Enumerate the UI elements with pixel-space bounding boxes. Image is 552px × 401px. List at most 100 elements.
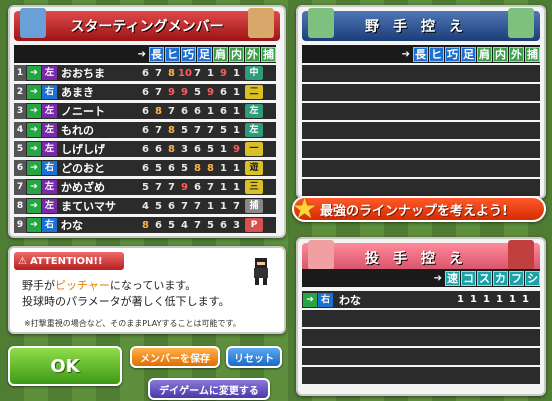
- bench-slot[interactable]: [302, 348, 540, 365]
- bat-hand-badge: 右: [42, 218, 57, 232]
- col-skill[interactable]: 巧: [445, 46, 460, 62]
- lineup-row[interactable]: 7 ➔ 左かめざめ 5 7 7 9 6 7 1 1 三: [14, 179, 276, 195]
- lineup-row[interactable]: 5 ➔ 左しげしげ 6 6 8 3 6 5 1 9 一: [14, 141, 276, 157]
- stat-value: 1: [509, 294, 516, 305]
- col-speed[interactable]: 足: [197, 46, 212, 62]
- position-badge[interactable]: 三: [245, 180, 263, 194]
- col-curve[interactable]: カ: [493, 270, 508, 286]
- position-badge[interactable]: 中: [245, 66, 263, 80]
- stat-value: 7: [181, 200, 188, 212]
- stat-value: 1: [220, 143, 227, 155]
- player-stats: 67857751: [139, 125, 243, 136]
- move-arrow-icon[interactable]: ➔: [27, 66, 41, 80]
- lineup-row[interactable]: 3 ➔ 左ノニート 6 8 7 6 6 1 6 1 左: [14, 103, 276, 119]
- col-skill[interactable]: 巧: [181, 46, 196, 62]
- pitcher-row[interactable]: ➔ 右 わな 1 1 1 1 1 1: [302, 291, 540, 308]
- batting-order-number: 8: [14, 198, 26, 214]
- col-hit[interactable]: ヒ: [165, 46, 180, 62]
- sort-arrow-icon[interactable]: ➔: [138, 49, 146, 60]
- bench-slot[interactable]: [302, 329, 540, 346]
- bat-hand-badge: 左: [42, 66, 57, 80]
- player-name: おおちま: [61, 67, 105, 80]
- position-badge[interactable]: 遊: [245, 161, 263, 175]
- player-avatar-icon: [248, 8, 274, 38]
- move-arrow-icon[interactable]: ➔: [27, 104, 41, 118]
- ok-button[interactable]: OK: [8, 346, 122, 386]
- move-arrow-icon[interactable]: ➔: [27, 199, 41, 213]
- move-arrow-icon[interactable]: ➔: [27, 123, 41, 137]
- bench-slot[interactable]: [302, 160, 540, 177]
- ninja-character-icon: [250, 256, 272, 286]
- move-arrow-icon[interactable]: ➔: [27, 85, 41, 99]
- position-badge[interactable]: 一: [245, 142, 263, 156]
- player-name: しげしげ: [61, 143, 105, 156]
- col-fork[interactable]: フ: [509, 270, 524, 286]
- bench-slot[interactable]: [302, 367, 540, 384]
- col-control[interactable]: コ: [461, 270, 476, 286]
- reset-button[interactable]: リセット: [226, 346, 282, 368]
- stat-value: 9: [181, 86, 188, 98]
- position-badge[interactable]: 左: [245, 123, 263, 137]
- attention-note: ※打撃重視の場合など、そのままPLAYすることは可能です。: [24, 319, 241, 328]
- position-badge[interactable]: P: [245, 218, 263, 232]
- player-avatar-icon: [308, 240, 334, 270]
- col-infield[interactable]: 内: [493, 46, 508, 62]
- bat-hand-badge: 左: [42, 104, 57, 118]
- col-speed[interactable]: 足: [461, 46, 476, 62]
- move-arrow-icon: ➔: [303, 292, 317, 307]
- move-arrow-icon[interactable]: ➔: [27, 218, 41, 232]
- lineup-row[interactable]: 8 ➔ 左まていマサ 4 5 6 7 7 1 1 7 捕: [14, 198, 276, 214]
- bench-slot[interactable]: [302, 141, 540, 158]
- bench-slot[interactable]: [302, 65, 540, 82]
- lineup-row[interactable]: 6 ➔ 右どのおと 6 5 6 5 8 8 1 1 遊: [14, 160, 276, 176]
- stat-value: 1: [220, 162, 227, 174]
- col-velocity[interactable]: 速: [445, 270, 460, 286]
- position-badge[interactable]: 捕: [245, 199, 263, 213]
- save-members-button[interactable]: メンバーを保存: [130, 346, 220, 368]
- col-outfield[interactable]: 外: [509, 46, 524, 62]
- lineup-row[interactable]: 4 ➔ 左もれの 6 7 8 5 7 7 5 1 左: [14, 122, 276, 138]
- day-game-button[interactable]: デイゲームに変更する: [148, 378, 270, 400]
- col-catcher[interactable]: 捕: [525, 46, 540, 62]
- stat-value: 10: [178, 67, 192, 79]
- col-outfield[interactable]: 外: [245, 46, 260, 62]
- stat-value: 8: [142, 219, 149, 231]
- bench-slot[interactable]: [302, 84, 540, 101]
- warning-icon: ⚠: [18, 255, 27, 267]
- col-infield[interactable]: 内: [229, 46, 244, 62]
- pitcher-name: わな: [339, 293, 361, 307]
- col-arm[interactable]: 肩: [477, 46, 492, 62]
- stat-value: 7: [155, 124, 162, 136]
- bench-slot[interactable]: [302, 179, 540, 196]
- position-badge[interactable]: 左: [245, 104, 263, 118]
- col-stamina[interactable]: ス: [477, 270, 492, 286]
- starting-members-title: スターティングメンバー: [70, 19, 224, 35]
- bench-slot[interactable]: [302, 103, 540, 120]
- lineup-row[interactable]: 1 ➔ 左おおちま 6 7 8 10 7 1 9 1 中: [14, 65, 276, 81]
- col-catcher[interactable]: 捕: [261, 46, 276, 62]
- col-power[interactable]: 長: [149, 46, 164, 62]
- move-arrow-icon[interactable]: ➔: [27, 161, 41, 175]
- lineup-row[interactable]: 9 ➔ 右わな 8 6 5 4 7 5 6 3 P: [14, 217, 276, 233]
- pitchers-columns-bar: ➔ 速 コ ス カ フ シ: [302, 269, 540, 287]
- stat-value: 9: [233, 143, 240, 155]
- col-shoot[interactable]: シ: [525, 270, 540, 286]
- bench-slot[interactable]: [302, 310, 540, 327]
- position-badge[interactable]: 二: [245, 85, 263, 99]
- sort-arrow-icon[interactable]: ➔: [434, 273, 442, 284]
- bench-columns-bar: ➔ 長 ヒ 巧 足 肩 内 外 捕: [302, 45, 540, 63]
- stat-value: 1: [220, 200, 227, 212]
- move-arrow-icon[interactable]: ➔: [27, 142, 41, 156]
- lineup-row[interactable]: 2 ➔ 右あまき 6 7 9 9 5 9 6 1 二: [14, 84, 276, 100]
- sort-arrow-icon[interactable]: ➔: [402, 49, 410, 60]
- stat-value: 8: [207, 162, 214, 174]
- col-hit[interactable]: ヒ: [429, 46, 444, 62]
- col-arm[interactable]: 肩: [213, 46, 228, 62]
- bench-slot[interactable]: [302, 122, 540, 139]
- move-arrow-icon[interactable]: ➔: [27, 180, 41, 194]
- stat-value: 8: [168, 124, 175, 136]
- stat-value: 7: [155, 67, 162, 79]
- star-icon: ★: [292, 192, 318, 225]
- col-power[interactable]: 長: [413, 46, 428, 62]
- player-avatar-icon: [20, 8, 46, 38]
